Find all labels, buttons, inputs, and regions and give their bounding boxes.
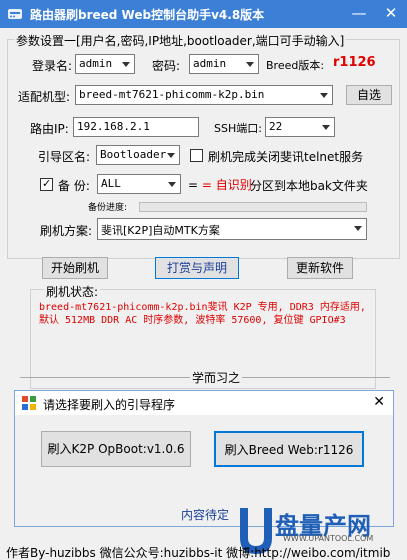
chevron-down-icon xyxy=(122,62,130,67)
model-label: 适配机型: xyxy=(18,90,71,104)
status-group-title: 刷机状态: xyxy=(44,283,101,300)
window-titlebar[interactable]: 路由器刷breed Web控制台助手v4.8版本 — ✕ xyxy=(0,0,407,28)
flash-k2p-opboot-button[interactable]: 刷入K2P OpBoot:v1.0.6 xyxy=(41,431,191,467)
update-software-button[interactable]: 更新软件 xyxy=(287,257,353,279)
boot-partition-value: Bootloader xyxy=(100,148,167,161)
password-value: admin xyxy=(193,57,227,70)
backup-to-local-label: 分区到本地bak文件夹 xyxy=(250,179,368,193)
flash-plan-value: 斐讯[K2P]自动MTK方案 xyxy=(101,224,220,237)
pending-content-text: 内容待定 xyxy=(181,508,230,522)
close-button[interactable]: ✕ xyxy=(377,0,405,28)
backup-progress-bar xyxy=(139,202,367,212)
close-telnet-label: 刷机完成关闭斐讯telnet服务 xyxy=(208,150,364,164)
flash-plan-label: 刷机方案: xyxy=(40,224,93,238)
backup-label: 备 份: xyxy=(58,179,90,193)
dialog-title: 请选择要刷入的引导程序 xyxy=(43,398,176,412)
chevron-down-icon xyxy=(354,226,362,231)
app-icon xyxy=(8,9,22,19)
model-select[interactable]: breed-mt7621-phicomm-k2p.bin xyxy=(75,85,333,105)
auto-detect-text: = 自识别 xyxy=(201,178,252,192)
breed-version-label: Breed版本: xyxy=(266,59,325,72)
router-ip-input[interactable]: 192.168.2.1 xyxy=(73,117,199,137)
model-value: breed-mt7621-phicomm-k2p.bin xyxy=(79,88,265,101)
close-telnet-checkbox[interactable] xyxy=(190,149,203,162)
router-ip-label: 路由IP: xyxy=(30,122,69,136)
footer-bar: 作者By-huzibbs 微信公众号:huzibbs-it 微博:http://… xyxy=(0,542,407,560)
ssh-port-value: 22 xyxy=(269,120,283,133)
chevron-down-icon xyxy=(167,153,175,158)
reward-statement-button[interactable]: 打赏与声明 xyxy=(155,257,239,279)
minimize-button[interactable]: — xyxy=(345,0,373,28)
chevron-down-icon xyxy=(168,182,176,187)
boot-partition-label: 引导区名: xyxy=(38,150,91,164)
footer-author-text: 作者By-huzibbs 微信公众号:huzibbs-it 微博:http://… xyxy=(6,546,391,560)
flash-breed-web-button[interactable]: 刷入Breed Web:r1126 xyxy=(214,431,364,467)
backup-progress-label: 备份进度: xyxy=(88,203,128,213)
dialog-close-button[interactable]: ✕ xyxy=(373,394,385,410)
login-label: 登录名: xyxy=(32,59,73,73)
ssh-port-label: SSH端口: xyxy=(214,122,262,135)
window-title: 路由器刷breed Web控制台助手v4.8版本 xyxy=(30,8,265,22)
password-label: 密码: xyxy=(152,59,181,73)
router-ip-value: 192.168.2.1 xyxy=(77,120,150,133)
checkmark-icon: ✓ xyxy=(42,177,52,190)
boot-partition-select[interactable]: Bootloader xyxy=(96,145,180,165)
login-select[interactable]: admin xyxy=(75,54,135,74)
backup-value: ALL xyxy=(101,177,121,190)
equals-sign: = xyxy=(188,178,202,192)
backup-select[interactable]: ALL xyxy=(97,174,181,194)
backup-checkbox[interactable]: ✓ xyxy=(40,177,53,191)
password-select[interactable]: admin xyxy=(189,54,259,74)
login-value: admin xyxy=(79,57,113,70)
chevron-down-icon xyxy=(246,62,254,67)
main-window-body: 参数设置一[用户名,密码,IP地址,bootloader,端口可手动输入] 登录… xyxy=(0,28,407,560)
auto-detect-label: = = 自识别 xyxy=(188,176,252,193)
flash-plan-select[interactable]: 斐讯[K2P]自动MTK方案 xyxy=(97,218,367,240)
breed-version-value: r1126 xyxy=(333,55,376,70)
start-flash-button[interactable]: 开始刷机 xyxy=(42,257,108,279)
auto-select-button[interactable]: 自选 xyxy=(346,85,392,105)
chevron-down-icon xyxy=(322,125,330,130)
separator-label: 学而习之 xyxy=(190,369,243,386)
params-group-title: 参数设置一[用户名,密码,IP地址,bootloader,端口可手动输入] xyxy=(14,32,347,49)
chevron-down-icon xyxy=(320,93,328,98)
ssh-port-select[interactable]: 22 xyxy=(265,117,335,137)
dialog-titlebar[interactable]: 请选择要刷入的引导程序 ✕ xyxy=(15,391,393,415)
dialog-app-icon xyxy=(22,396,36,410)
